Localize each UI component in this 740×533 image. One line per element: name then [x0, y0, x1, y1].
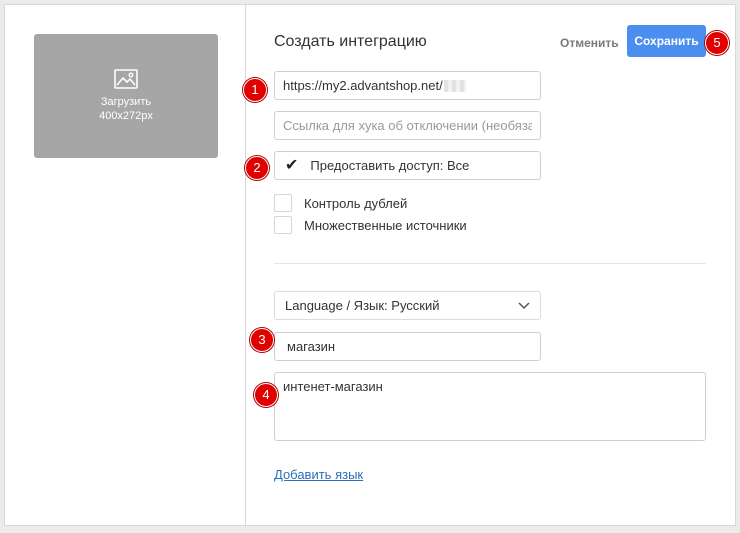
- name-input[interactable]: магазин: [274, 332, 541, 361]
- cancel-button[interactable]: Отменить: [560, 36, 619, 50]
- duplicate-control-label: Контроль дублей: [304, 195, 408, 211]
- redacted-text: [443, 79, 466, 92]
- annotation-badge-1: 1: [243, 78, 267, 102]
- add-language-link[interactable]: Добавить язык: [274, 467, 363, 482]
- chevron-down-icon: [518, 301, 530, 309]
- duplicate-control-checkbox[interactable]: [274, 194, 292, 212]
- url-input[interactable]: https://my2.advantshop.net/: [274, 71, 541, 100]
- multiple-sources-label: Множественные источники: [304, 217, 467, 233]
- unsubscribe-hook-input[interactable]: [274, 111, 541, 140]
- access-label: Предоставить доступ: Все: [310, 158, 470, 173]
- access-checkbox[interactable]: ✔ Предоставить доступ: Все: [274, 151, 541, 180]
- save-button[interactable]: Сохранить: [627, 25, 706, 57]
- multiple-sources-row[interactable]: Множественные источники: [274, 216, 467, 234]
- duplicate-control-row[interactable]: Контроль дублей: [274, 194, 407, 212]
- divider: [274, 263, 706, 264]
- url-value: https://my2.advantshop.net/: [283, 78, 443, 93]
- annotation-badge-3: 3: [250, 328, 274, 352]
- image-pane: Загрузить 400x272px: [5, 5, 246, 525]
- description-value: интенет-магазин: [283, 379, 383, 394]
- annotation-badge-4: 4: [254, 383, 278, 407]
- multiple-sources-checkbox[interactable]: [274, 216, 292, 234]
- language-select-label: Language / Язык: Русский: [285, 298, 440, 313]
- name-value: магазин: [287, 339, 336, 354]
- annotation-badge-2: 2: [245, 156, 269, 180]
- annotation-badge-5: 5: [705, 31, 729, 55]
- checkmark-icon: ✔: [285, 157, 299, 174]
- integration-panel: Загрузить 400x272px Создать интеграцию О…: [4, 4, 736, 526]
- page-title: Создать интеграцию: [274, 33, 427, 50]
- upload-size: 400x272px: [99, 110, 153, 122]
- language-select[interactable]: Language / Язык: Русский: [274, 291, 541, 320]
- upload-label: Загрузить: [100, 96, 152, 108]
- image-icon: [114, 69, 138, 89]
- upload-image-button[interactable]: Загрузить 400x272px: [34, 34, 218, 158]
- description-textarea[interactable]: интенет-магазин: [274, 372, 706, 441]
